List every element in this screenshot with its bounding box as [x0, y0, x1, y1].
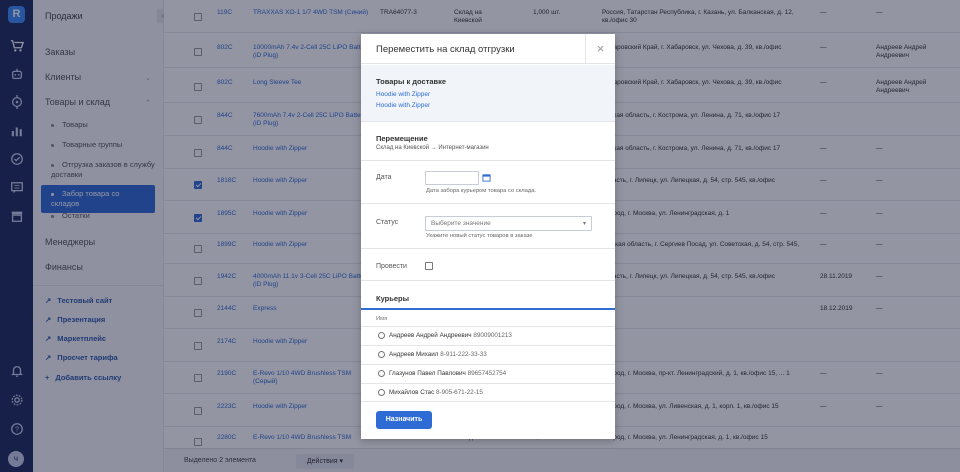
courier-name: Андреев Андрей Андреевич 89009001213: [389, 332, 512, 339]
couriers-column-name: Имя: [376, 316, 388, 322]
assign-button[interactable]: Назначить: [376, 411, 432, 429]
goods-link[interactable]: Hoodie with Zipper: [376, 91, 430, 98]
status-select[interactable]: Выберите значение ▾: [425, 216, 592, 231]
courier-phone: 89657452754: [467, 370, 507, 377]
courier-name-text: Михайлов Стас: [389, 389, 435, 396]
move-to-warehouse-modal: Переместить на склад отгрузки × Товары к…: [361, 34, 615, 439]
post-label: Провести: [376, 263, 407, 270]
divider: [361, 248, 615, 249]
move-route: Склад на Киевской → Интернет-магазин: [376, 145, 489, 151]
courier-row[interactable]: Глазунов Павел Павлович 89657452754: [361, 364, 615, 383]
move-title: Перемещение: [376, 134, 428, 143]
courier-name: Глазунов Павел Павлович 89657452754: [389, 370, 506, 377]
date-label: Дата: [376, 174, 392, 181]
goods-section: Товары к доставке Hoodie with Zipper Hoo…: [361, 65, 615, 122]
couriers-underline: [361, 308, 615, 310]
courier-phone: 8-911-222-33-33: [440, 351, 487, 358]
courier-row[interactable]: Андреев Андрей Андреевич 89009001213: [361, 326, 615, 345]
modal-header: Переместить на склад отгрузки ×: [361, 34, 615, 64]
courier-radio[interactable]: [378, 332, 385, 339]
post-checkbox[interactable]: [425, 262, 433, 270]
courier-phone: 89009001213: [473, 332, 512, 339]
modal-title: Переместить на склад отгрузки: [376, 44, 515, 55]
courier-radio[interactable]: [378, 351, 385, 358]
date-hint: Дата забора курьером товара со склада.: [426, 188, 537, 194]
divider: [361, 160, 615, 161]
courier-name: Андреев Михаил 8-911-222-33-33: [389, 351, 487, 358]
courier-radio[interactable]: [378, 389, 385, 396]
goods-title: Товары к доставке: [376, 77, 447, 86]
divider: [361, 280, 615, 281]
courier-radio[interactable]: [378, 370, 385, 377]
courier-name: Михайлов Стас 8-905-671-22-15: [389, 389, 483, 396]
close-icon[interactable]: ×: [585, 34, 615, 64]
courier-row[interactable]: Андреев Михаил 8-911-222-33-33: [361, 345, 615, 364]
courier-name-text: Андреев Андрей Андреевич: [389, 332, 472, 339]
courier-name-text: Андреев Михаил: [389, 351, 439, 358]
calendar-icon[interactable]: [482, 173, 491, 182]
status-label: Статус: [376, 219, 399, 226]
status-hint: Укажите новый статус товаров в заказе: [426, 233, 533, 239]
courier-row[interactable]: Михайлов Стас 8-905-671-22-15: [361, 383, 615, 402]
courier-phone: 8-905-671-22-15: [435, 389, 483, 396]
divider: [361, 203, 615, 204]
date-input[interactable]: [425, 171, 479, 185]
courier-name-text: Глазунов Павел Павлович: [389, 370, 466, 377]
status-placeholder: Выберите значение: [431, 220, 491, 227]
couriers-title: Курьеры: [376, 294, 409, 303]
goods-link[interactable]: Hoodie with Zipper: [376, 102, 430, 109]
caret-down-icon: ▾: [582, 221, 586, 227]
